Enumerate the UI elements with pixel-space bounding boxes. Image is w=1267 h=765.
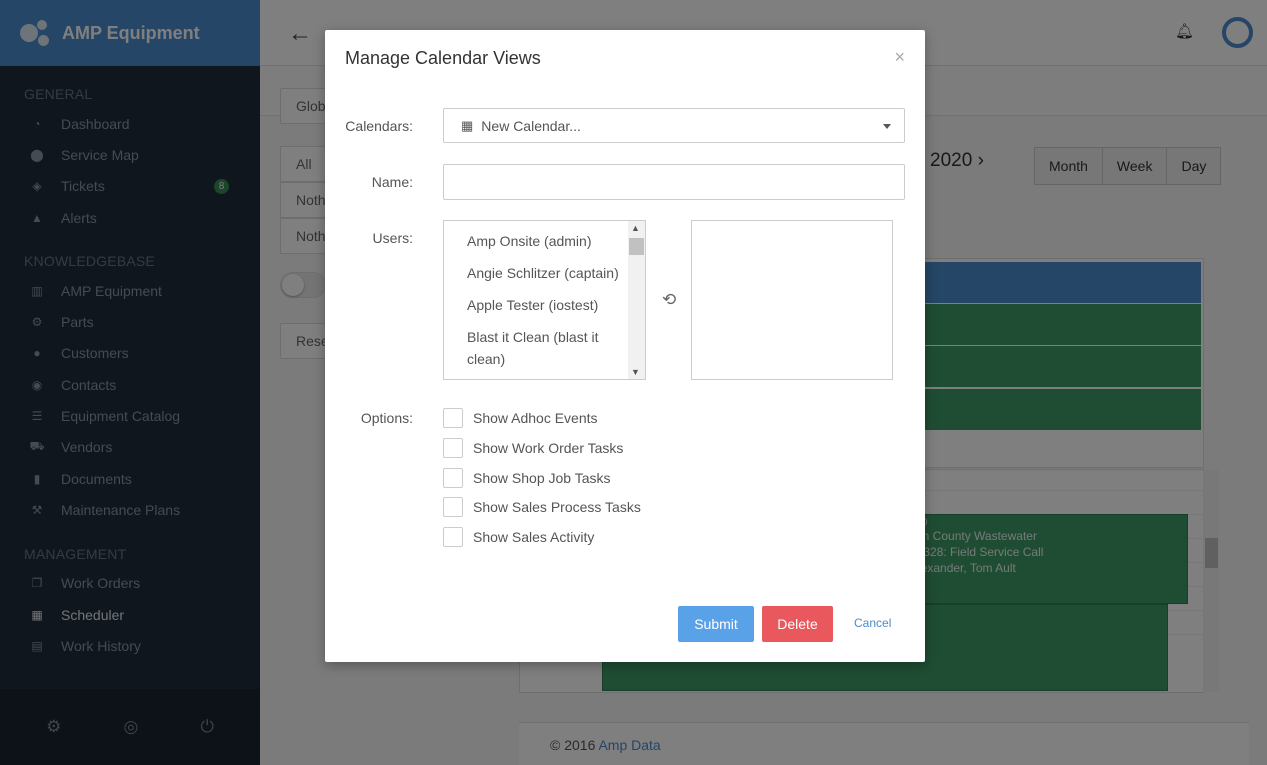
- users-available-list[interactable]: Amp Onsite (admin) Angie Schlitzer (capt…: [443, 220, 646, 380]
- users-label: Users:: [372, 230, 413, 246]
- delete-button[interactable]: Delete: [762, 606, 833, 642]
- caret-down-icon: [883, 124, 891, 129]
- submit-button[interactable]: Submit: [678, 606, 754, 642]
- scroll-up-icon[interactable]: ▲: [631, 223, 640, 233]
- modal-title: Manage Calendar Views: [345, 48, 541, 68]
- manage-calendar-views-dialog: Manage Calendar Views × Calendars: ▦ New…: [325, 30, 925, 662]
- name-label: Name:: [371, 174, 413, 190]
- users-list-scrollbar[interactable]: ▲ ▼: [628, 221, 645, 379]
- close-icon[interactable]: ×: [894, 47, 905, 68]
- cancel-link[interactable]: Cancel: [854, 616, 891, 630]
- user-option[interactable]: Angie Schlitzer (captain): [444, 262, 624, 284]
- name-input[interactable]: [443, 164, 905, 200]
- user-option[interactable]: Blast it Clean (blast it clean): [444, 326, 624, 370]
- option-show-adhoc-events[interactable]: Show Adhoc Events: [443, 408, 598, 428]
- calendar-icon: ▦: [461, 117, 474, 133]
- swap-refresh-icon[interactable]: ⟲: [662, 290, 676, 310]
- option-show-work-order-tasks[interactable]: Show Work Order Tasks: [443, 438, 623, 458]
- checkbox[interactable]: [443, 408, 463, 428]
- checkbox[interactable]: [443, 527, 463, 547]
- option-show-shop-job-tasks[interactable]: Show Shop Job Tasks: [443, 468, 611, 488]
- calendars-selected-value: New Calendar...: [481, 117, 581, 134]
- checkbox[interactable]: [443, 468, 463, 488]
- options-label: Options:: [360, 410, 413, 426]
- checkbox[interactable]: [443, 497, 463, 517]
- user-option[interactable]: Apple Tester (iostest): [444, 294, 624, 316]
- calendars-select[interactable]: ▦ New Calendar...: [443, 108, 905, 143]
- checkbox[interactable]: [443, 438, 463, 458]
- calendars-label: Calendars:: [345, 118, 413, 134]
- option-show-sales-process-tasks[interactable]: Show Sales Process Tasks: [443, 497, 641, 517]
- user-option[interactable]: Amp Onsite (admin): [444, 230, 624, 252]
- users-selected-list[interactable]: [691, 220, 893, 380]
- option-show-sales-activity[interactable]: Show Sales Activity: [443, 527, 594, 547]
- scroll-down-icon[interactable]: ▼: [631, 367, 640, 377]
